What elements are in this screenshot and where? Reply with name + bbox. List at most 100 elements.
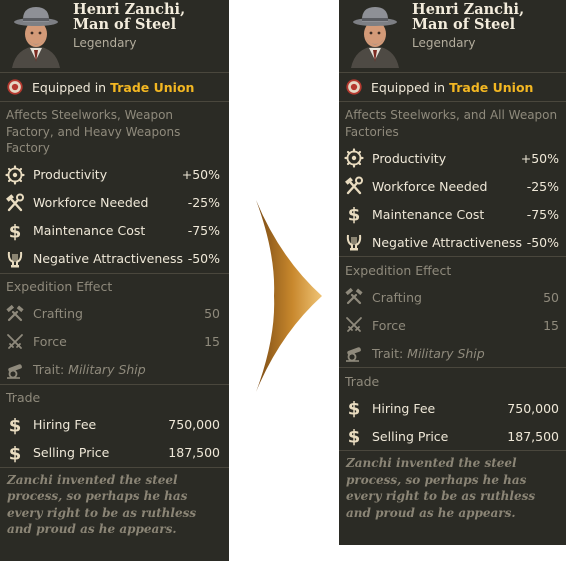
flavor-text: Zanchi invented the steel process, so pe… — [346, 456, 536, 520]
expedition-title: Expedition Effect — [345, 262, 452, 278]
expedition-label: Crafting — [372, 289, 422, 305]
trade-value: 750,000 — [168, 417, 220, 432]
cannon-icon — [5, 360, 25, 380]
expedition-title: Expedition Effect — [6, 279, 113, 294]
stat-value: -25% — [187, 195, 220, 210]
trade-value: 187,500 — [168, 445, 220, 460]
hammer-wrench-icon — [344, 176, 364, 196]
card-header: Henri Zanchi, Man of Steel Legendary — [0, 0, 229, 73]
stat-row-workforce: Workforce Needed -25% — [0, 189, 229, 217]
trade-section: Trade Hiring Fee 750,000 Selling Price 1… — [339, 368, 566, 451]
stat-row-attractiveness: Negative Attractiveness -50% — [0, 245, 229, 273]
expedition-section: Expedition Effect Crafting 50 Force 15 T… — [339, 257, 566, 368]
crafting-icon — [5, 304, 25, 324]
stat-label: Negative Attractiveness — [33, 251, 183, 266]
expedition-section: Expedition Effect Crafting 50 Force 15 T… — [0, 274, 229, 385]
arrow-right-icon — [256, 200, 322, 392]
trade-title: Trade — [345, 373, 380, 389]
stat-row-productivity: Productivity +50% — [0, 161, 229, 189]
expedition-value: 50 — [204, 306, 220, 321]
trade-value: 187,500 — [507, 428, 559, 444]
trade-value: 750,000 — [507, 400, 559, 416]
trade-union-badge-icon — [345, 78, 363, 96]
trait-label: Trait: — [33, 362, 65, 377]
expedition-row-trait: Trait: Military Ship — [339, 339, 566, 367]
trade-label: Selling Price — [33, 445, 110, 460]
expedition-row-crafting: Crafting 50 — [0, 300, 229, 328]
stat-row-workforce: Workforce Needed -25% — [339, 172, 566, 200]
equipped-row: Equipped in Trade Union — [339, 73, 566, 102]
specialist-name: Henri Zanchi, Man of Steel — [412, 1, 525, 33]
trade-section: Trade Hiring Fee 750,000 Selling Price 1… — [0, 385, 229, 468]
equipped-prefix: Equipped in — [371, 79, 446, 95]
dollar-icon — [344, 398, 364, 418]
stats-section: Productivity +50% Workforce Needed -25% … — [0, 161, 229, 274]
affects-text: Affects Steelworks, and All Weapon Facto… — [345, 108, 558, 139]
stats-section: Productivity +50% Workforce Needed -25% … — [339, 144, 566, 257]
crossed-swords-icon — [5, 332, 25, 352]
stat-value: -75% — [526, 206, 559, 222]
stat-label: Productivity — [33, 167, 108, 182]
trade-label: Hiring Fee — [372, 400, 436, 416]
lyre-icon — [5, 249, 25, 269]
rarity-label: Legendary — [412, 36, 476, 50]
portrait-avatar — [345, 4, 405, 68]
rarity-label: Legendary — [73, 36, 137, 50]
specialist-name: Henri Zanchi, Man of Steel — [73, 1, 186, 33]
stat-row-productivity: Productivity +50% — [339, 144, 566, 172]
stat-label: Workforce Needed — [33, 195, 149, 210]
trait-value: Military Ship — [68, 362, 146, 377]
stat-label: Productivity — [372, 150, 447, 166]
gear-icon — [344, 148, 364, 168]
stat-row-maintenance: Maintenance Cost -75% — [0, 217, 229, 245]
stat-value: -25% — [526, 178, 559, 194]
dollar-icon — [344, 204, 364, 224]
trade-row-selling-price: Selling Price 187,500 — [0, 439, 229, 467]
card-before: Henri Zanchi, Man of Steel Legendary Equ… — [0, 0, 229, 561]
expedition-value: 15 — [204, 334, 220, 349]
trade-row-selling-price: Selling Price 187,500 — [339, 422, 566, 450]
stat-value: -50% — [187, 251, 220, 266]
card-after: Henri Zanchi, Man of Steel Legendary Equ… — [339, 0, 566, 545]
expedition-label: Crafting — [33, 306, 83, 321]
stat-row-maintenance: Maintenance Cost -75% — [339, 200, 566, 228]
cannon-icon — [344, 343, 364, 363]
affects-text: Affects Steelworks, Weapon Factory, and … — [6, 108, 181, 155]
expedition-label: Force — [372, 317, 406, 333]
crossed-swords-icon — [344, 315, 364, 335]
card-header: Henri Zanchi, Man of Steel Legendary — [339, 0, 566, 73]
flavor-text: Zanchi invented the steel process, so pe… — [7, 472, 197, 537]
hammer-wrench-icon — [5, 193, 25, 213]
stat-value: +50% — [520, 150, 559, 166]
dollar-icon — [5, 221, 25, 241]
equipped-building: Trade Union — [449, 79, 534, 95]
stat-value: -50% — [526, 234, 559, 250]
trait-label: Trait: — [372, 345, 404, 361]
expedition-value: 15 — [543, 317, 559, 333]
dollar-icon — [5, 415, 25, 435]
dollar-icon — [344, 426, 364, 446]
trait-text: Trait: Military Ship — [372, 346, 559, 361]
trade-row-hiring-fee: Hiring Fee 750,000 — [0, 411, 229, 439]
gear-icon — [5, 165, 25, 185]
stat-row-attractiveness: Negative Attractiveness -50% — [339, 228, 566, 256]
stat-label: Maintenance Cost — [372, 206, 485, 222]
equipped-building: Trade Union — [110, 79, 195, 95]
trait-text: Trait: Military Ship — [33, 362, 220, 377]
equipped-prefix: Equipped in — [32, 79, 107, 95]
expedition-row-force: Force 15 — [0, 328, 229, 356]
trade-row-hiring-fee: Hiring Fee 750,000 — [339, 394, 566, 422]
trait-value: Military Ship — [407, 345, 485, 361]
expedition-row-crafting: Crafting 50 — [339, 283, 566, 311]
stat-label: Workforce Needed — [372, 178, 488, 194]
expedition-label: Force — [33, 334, 67, 349]
trade-label: Selling Price — [372, 428, 449, 444]
equipped-row: Equipped in Trade Union — [0, 73, 229, 102]
trade-label: Hiring Fee — [33, 417, 97, 432]
expedition-row-trait: Trait: Military Ship — [0, 356, 229, 384]
trade-union-badge-icon — [6, 78, 24, 96]
stat-value: +50% — [181, 167, 220, 182]
expedition-value: 50 — [543, 289, 559, 305]
crafting-icon — [344, 287, 364, 307]
lyre-icon — [344, 232, 364, 252]
